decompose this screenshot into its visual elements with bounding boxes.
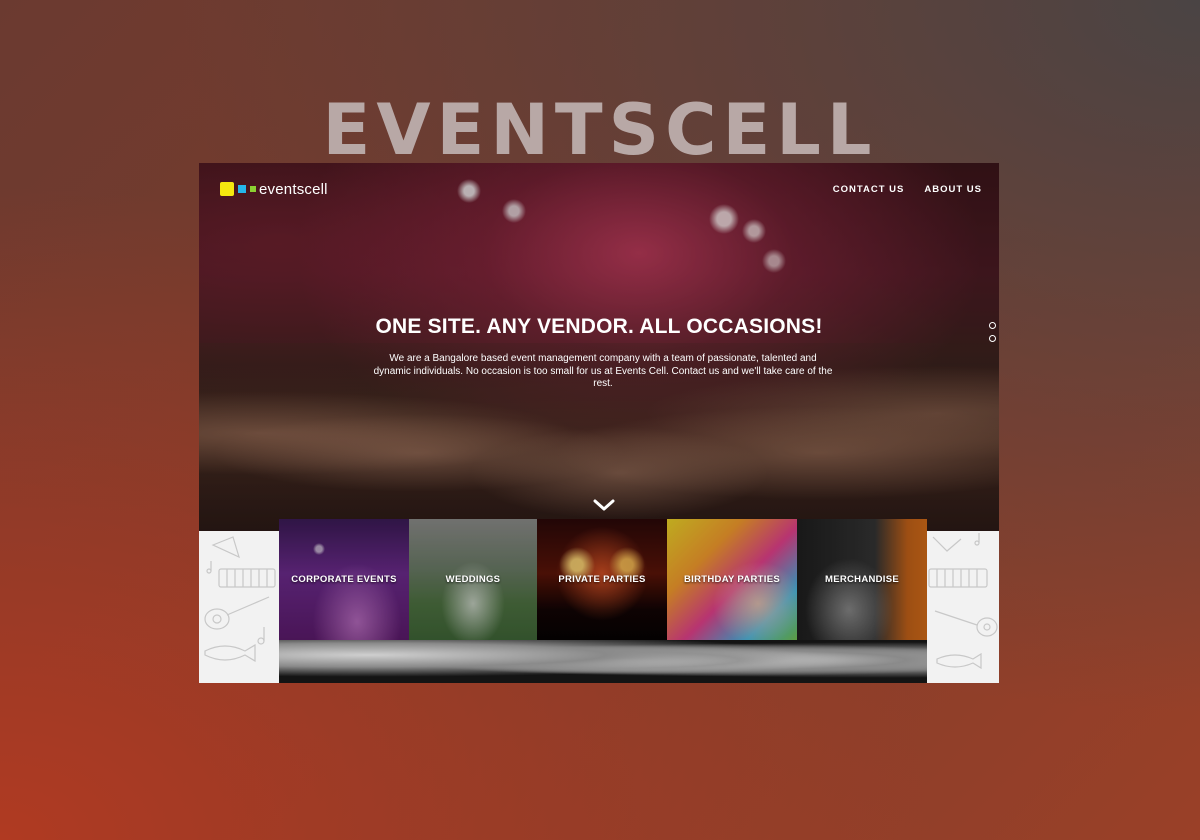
music-doodle-left <box>199 531 279 683</box>
hero-title: ONE SITE. ANY VENDOR. ALL OCCASIONS! <box>375 315 823 338</box>
music-doodle-right <box>927 531 999 683</box>
main-nav: CONTACT US ABOUT US <box>833 184 982 195</box>
slider-dot-1[interactable] <box>989 322 996 329</box>
chevron-down-icon[interactable] <box>593 497 615 513</box>
category-merchandise[interactable]: MERCHANDISE <box>797 519 927 640</box>
hero-subtitle: We are a Bangalore based event managemen… <box>373 353 833 389</box>
category-label: CORPORATE EVENTS <box>291 574 397 585</box>
logo-blue-square <box>238 185 246 193</box>
slider-dot-2[interactable] <box>989 335 996 342</box>
brand-title: EVENTSCELL <box>322 89 878 163</box>
logo-text: eventscell <box>259 180 328 198</box>
hero-section: eventscell CONTACT US ABOUT US ONE SITE.… <box>199 163 999 531</box>
category-corporate-events[interactable]: CORPORATE EVENTS <box>279 519 409 640</box>
website-screenshot: eventscell CONTACT US ABOUT US ONE SITE.… <box>199 163 999 683</box>
category-label: BIRTHDAY PARTIES <box>684 574 780 585</box>
category-label: PRIVATE PARTIES <box>558 574 646 585</box>
logo-green-square <box>250 186 256 192</box>
category-private-parties[interactable]: PRIVATE PARTIES <box>537 519 667 640</box>
nav-contact-us[interactable]: CONTACT US <box>833 184 905 195</box>
category-birthday-parties[interactable]: BIRTHDAY PARTIES <box>667 519 797 640</box>
category-weddings[interactable]: WEDDINGS <box>409 519 537 640</box>
slider-dots <box>989 322 996 348</box>
nav-about-us[interactable]: ABOUT US <box>924 184 982 195</box>
logo-yellow-square <box>220 182 234 196</box>
category-label: MERCHANDISE <box>824 574 900 585</box>
next-section-preview <box>279 640 927 683</box>
category-label: WEDDINGS <box>445 574 501 585</box>
categories-strip: CORPORATE EVENTS WEDDINGS PRIVATE PARTIE… <box>199 519 999 683</box>
logo[interactable]: eventscell <box>220 180 328 198</box>
